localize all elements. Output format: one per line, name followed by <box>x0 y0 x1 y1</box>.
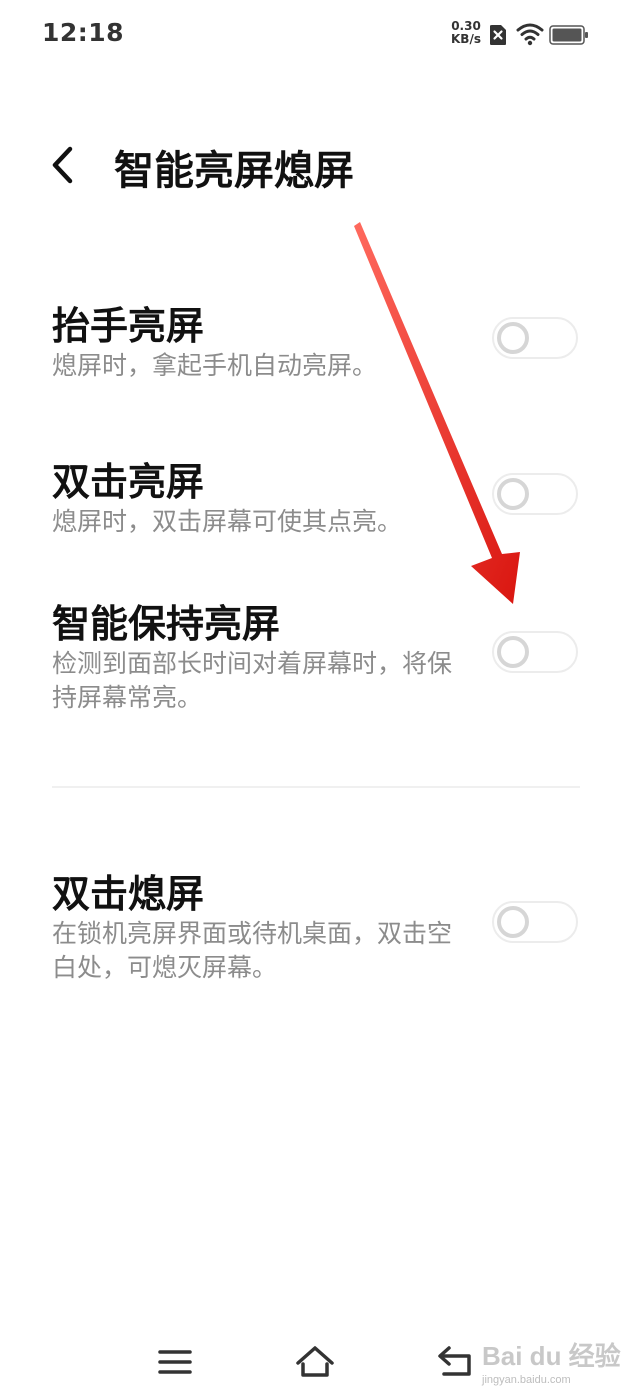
toggle-knob <box>497 906 529 938</box>
menu-icon[interactable] <box>153 1340 197 1384</box>
annotation-arrow-icon <box>354 222 520 604</box>
watermark-url: jingyan.baidu.com <box>482 1374 571 1386</box>
setting-title: 抬手亮屏 <box>52 304 205 348</box>
section-divider <box>52 786 580 788</box>
status-time: 12:18 <box>42 18 125 47</box>
battery-icon <box>549 25 588 45</box>
setting-title: 双击熄屏 <box>52 872 205 916</box>
sim-blocked-icon <box>490 25 506 45</box>
setting-description: 检测到面部长时间对着屏幕时，将保持屏幕常亮。 <box>52 649 453 712</box>
smart-stay-awake-toggle[interactable] <box>492 631 578 673</box>
setting-row-double-tap-sleep[interactable]: 双击熄屏 在锁机亮屏界面或待机桌面，双击空白处，可熄灭屏幕。 <box>52 863 582 993</box>
setting-title: 智能保持亮屏 <box>52 602 281 646</box>
setting-description: 在锁机亮屏界面或待机桌面，双击空白处，可熄灭屏幕。 <box>52 919 453 982</box>
network-speed: 0.30 KB/s <box>446 20 486 46</box>
double-tap-sleep-toggle[interactable] <box>492 901 578 943</box>
status-bar: 12:18 0.30 KB/s <box>0 0 630 70</box>
watermark-logo-text: Bai du 经验 <box>482 1341 621 1371</box>
network-speed-unit: KB/s <box>451 32 481 46</box>
wifi-icon <box>516 23 544 46</box>
page-title: 智能亮屏熄屏 <box>114 148 354 194</box>
toggle-knob <box>497 636 529 668</box>
watermark: Bai du 经验 jingyan.baidu.com <box>482 1330 622 1394</box>
setting-title: 双击亮屏 <box>52 460 205 504</box>
chevron-left-icon[interactable] <box>40 140 90 190</box>
home-icon[interactable] <box>293 1340 337 1384</box>
back-return-icon[interactable] <box>434 1340 478 1384</box>
